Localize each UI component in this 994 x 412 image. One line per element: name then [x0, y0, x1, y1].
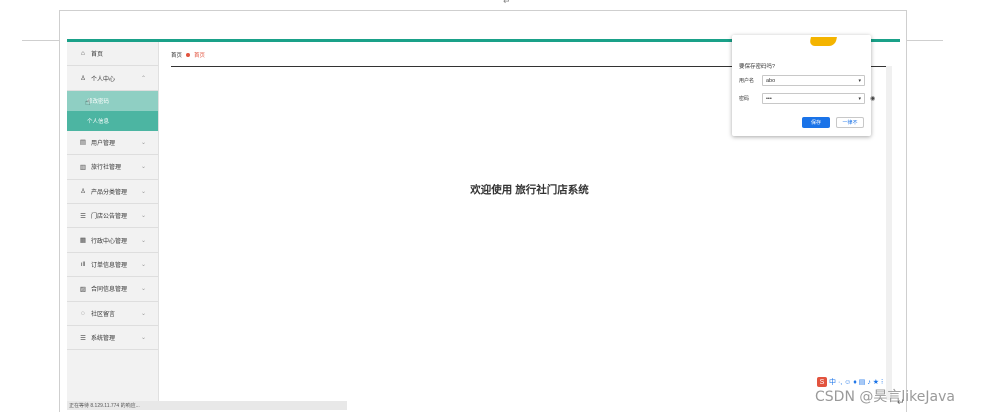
sidebar-item-system-management[interactable]: ☰ 系统管理 ⌄: [67, 326, 158, 351]
sidebar-item-user-management[interactable]: ▤ 用户管理 ⌄: [67, 131, 158, 156]
chevron-down-icon: ⌄: [140, 237, 146, 244]
username-row: 用户名 abo ▾: [739, 75, 865, 86]
chevron-down-icon: ⌄: [140, 139, 146, 146]
sidebar-item-label: 订单信息管理: [91, 262, 128, 269]
bank-icon: ▨: [79, 285, 87, 293]
sidebar-subitem-label: 个人信息: [87, 118, 110, 125]
breadcrumb-current: 首页: [194, 53, 206, 59]
sidebar-item-store-notice[interactable]: ☰ 门店公告管理 ⌄: [67, 204, 158, 229]
sidebar-item-label: 产品分类管理: [91, 189, 128, 196]
grid-icon: ▥: [79, 163, 87, 171]
chevron-up-icon: ⌃: [140, 75, 146, 82]
doc-icon: ▦: [79, 237, 87, 245]
sidebar-item-label: 行政中心管理: [91, 238, 128, 245]
sidebar-item-admin-center[interactable]: ▦ 行政中心管理 ⌄: [67, 228, 158, 253]
username-value: abo: [766, 77, 776, 84]
popup-title: 要保存密码吗?: [739, 64, 776, 70]
chart-icon: ıll: [80, 260, 86, 268]
sidebar-item-label: 合同信息管理: [91, 287, 128, 294]
sidebar-item-contract-info[interactable]: ▨ 合同信息管理 ⌄: [67, 277, 158, 302]
sidebar-item-community-message[interactable]: ◌ 社区留言 ⌄: [67, 302, 158, 326]
user-icon: ♙: [80, 188, 86, 196]
paragraph-return-icon: ↵: [503, 0, 511, 6]
welcome-title: 欢迎使用 旅行社门店系统: [470, 184, 589, 196]
chevron-down-icon: ⌄: [140, 188, 146, 195]
sidebar-item-label: 首页: [91, 52, 104, 59]
sidebar-item-label: 旅行社管理: [91, 165, 122, 172]
chevron-down-icon: ⌄: [140, 164, 146, 171]
paragraph-return-icon: ↵: [897, 397, 905, 407]
chat-icon: ◌: [81, 309, 85, 317]
chevron-down-icon: ⌄: [140, 335, 146, 342]
username-field[interactable]: abo ▾: [762, 75, 865, 86]
user-icon: ♙: [80, 75, 86, 83]
hand-cursor-icon: ☝: [85, 96, 91, 107]
menu-icon: ☰: [80, 334, 86, 342]
dropdown-arrow-icon[interactable]: ▾: [858, 78, 861, 84]
dropdown-arrow-icon[interactable]: ▾: [858, 96, 861, 102]
password-label: 密码: [739, 96, 750, 102]
sidebar-item-product-category[interactable]: ♙ 产品分类管理 ⌄: [67, 180, 158, 204]
scrollbar[interactable]: [886, 66, 892, 400]
home-icon: ⌂: [81, 50, 85, 58]
sidebar-subitem-personal-info[interactable]: 个人信息: [67, 110, 158, 131]
list-icon: ☰: [80, 212, 86, 220]
password-row: 密码 ••• ▾ ◉: [739, 93, 875, 104]
sidebar: ⌂ 首页 ♙ 个人中心 ⌃ 修改密码 ☝ 个人信息 ▤ 用户管理 ⌄ ▥ 旅行社…: [67, 42, 159, 403]
sidebar-item-personal-center[interactable]: ♙ 个人中心 ⌃: [67, 66, 158, 91]
sidebar-item-label: 系统管理: [91, 336, 116, 343]
book-icon: ▤: [79, 139, 87, 147]
breadcrumb-separator-icon: [186, 53, 191, 57]
sidebar-item-home[interactable]: ⌂ 首页: [67, 42, 158, 67]
browser-status-bar: 正在等待 8.129.11.774 的响应...: [67, 401, 347, 410]
chevron-down-icon: ⌄: [140, 286, 146, 293]
key-icon: [809, 37, 837, 46]
eye-icon[interactable]: ◉: [870, 95, 875, 102]
sidebar-item-label: 用户管理: [91, 140, 116, 147]
chevron-down-icon: ⌄: [140, 213, 146, 220]
username-label: 用户名: [739, 78, 755, 84]
chevron-down-icon: ⌄: [140, 310, 146, 317]
sidebar-item-label: 个人中心: [91, 76, 116, 83]
breadcrumb-root[interactable]: 首页: [171, 51, 182, 59]
page-margin-line-right: [907, 40, 943, 41]
sidebar-item-travel-agency[interactable]: ▥ 旅行社管理 ⌄: [67, 155, 158, 180]
chevron-down-icon: ⌄: [140, 261, 146, 268]
password-field[interactable]: ••• ▾: [762, 93, 865, 104]
watermark: CSDN @昊言likeJava: [815, 389, 955, 405]
breadcrumb: 首页 首页: [171, 51, 205, 59]
sidebar-item-label: 社区留言: [91, 311, 116, 318]
sidebar-item-order-info[interactable]: ıll 订单信息管理 ⌄: [67, 253, 158, 278]
page-margin-line-left: [22, 40, 59, 41]
never-button[interactable]: 一律不: [836, 117, 864, 128]
save-password-popup: 要保存密码吗? 用户名 abo ▾ 密码 ••• ▾ ◉ 保存 一律不: [732, 35, 875, 136]
sidebar-subitem-change-password[interactable]: 修改密码 ☝: [67, 90, 158, 111]
password-value: •••: [766, 95, 772, 102]
save-button[interactable]: 保存: [802, 117, 830, 128]
sidebar-item-label: 门店公告管理: [91, 214, 128, 221]
